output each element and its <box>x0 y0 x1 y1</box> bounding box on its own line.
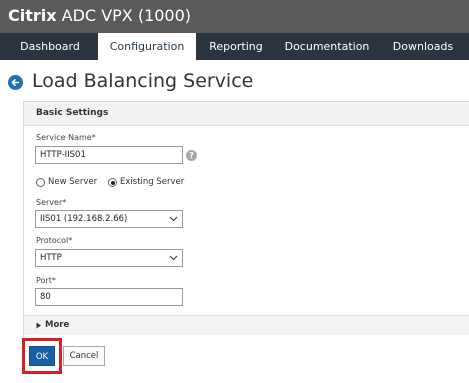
more-label: More <box>45 320 70 330</box>
protocol-value: HTTP <box>40 253 62 263</box>
chevron-down-icon <box>169 216 178 222</box>
server-label: Server* <box>36 198 67 207</box>
chevron-down-icon <box>169 255 178 261</box>
brand-citrix: Citrix <box>8 6 57 25</box>
back-arrow-icon[interactable] <box>8 75 23 90</box>
panel-header: Basic Settings <box>24 102 469 126</box>
new-server-label[interactable]: New Server <box>48 177 97 187</box>
basic-settings-panel: Basic Settings Service Name* HTTP-IIS01 … <box>22 101 469 374</box>
main-navbar: Dashboard Configuration Reporting Docume… <box>0 33 469 60</box>
app-titlebar: Citrix ADC VPX (1000) <box>0 0 469 33</box>
server-value: IIS01 (192.168.2.66) <box>40 214 128 224</box>
port-input[interactable]: 80 <box>35 288 183 306</box>
tab-downloads[interactable]: Downloads <box>380 33 466 60</box>
protocol-select[interactable]: HTTP <box>35 249 183 267</box>
help-icon[interactable]: ? <box>186 150 197 161</box>
tab-reporting[interactable]: Reporting <box>196 33 276 60</box>
tab-dashboard[interactable]: Dashboard <box>0 33 100 60</box>
existing-server-radio[interactable] <box>108 178 117 187</box>
ok-button[interactable]: OK <box>29 346 55 366</box>
brand-product: ADC VPX (1000) <box>56 6 192 25</box>
more-toggle[interactable]: More <box>24 315 469 335</box>
protocol-label: Protocol* <box>36 236 73 245</box>
new-server-radio[interactable] <box>36 178 45 187</box>
server-select[interactable]: IIS01 (192.168.2.66) <box>35 210 183 228</box>
service-name-input[interactable]: HTTP-IIS01 <box>35 146 183 164</box>
page-title: Load Balancing Service <box>32 70 254 92</box>
port-label: Port* <box>36 276 56 285</box>
existing-server-label[interactable]: Existing Server <box>120 177 184 187</box>
service-name-label: Service Name* <box>36 133 96 142</box>
tab-configuration[interactable]: Configuration <box>98 33 196 60</box>
app-brand: Citrix ADC VPX (1000) <box>8 6 191 25</box>
panel-header-label: Basic Settings <box>36 108 109 118</box>
cancel-button[interactable]: Cancel <box>63 346 105 366</box>
caret-right-icon <box>36 322 41 329</box>
tab-documentation[interactable]: Documentation <box>276 33 378 60</box>
form-actions: OK Cancel <box>22 335 469 374</box>
